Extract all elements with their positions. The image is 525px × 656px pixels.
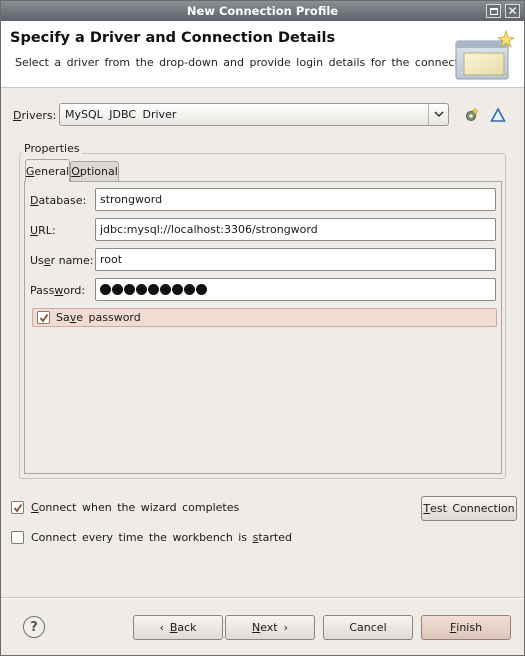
chevron-left-icon: ‹ — [159, 621, 164, 634]
triangle-icon — [490, 107, 506, 122]
password-dot — [124, 284, 135, 295]
help-icon: ? — [30, 619, 38, 635]
maximize-icon — [489, 7, 498, 15]
maximize-button[interactable] — [486, 4, 501, 18]
username-field[interactable]: root — [95, 248, 496, 271]
password-dot — [100, 284, 111, 295]
title-bar[interactable]: New Connection Profile ✕ — [1, 1, 524, 21]
test-connection-button[interactable]: Test Connection — [421, 496, 517, 521]
back-button[interactable]: ‹ Back — [133, 615, 223, 640]
connect-every-start-label: Connect every time the workbench is star… — [31, 531, 292, 544]
password-dot — [112, 284, 123, 295]
cancel-button[interactable]: Cancel — [323, 615, 413, 640]
checkmark-icon — [13, 503, 22, 512]
username-label: User name: — [30, 254, 94, 267]
tab-optional[interactable]: Optional — [70, 161, 119, 181]
connect-on-complete-row[interactable]: Connect when the wizard completes — [11, 501, 239, 514]
close-button[interactable]: ✕ — [505, 4, 520, 18]
password-field[interactable] — [95, 278, 496, 301]
password-dot — [196, 284, 207, 295]
banner-description: Select a driver from the drop-down and p… — [15, 56, 479, 69]
connect-on-complete-checkbox[interactable] — [11, 501, 24, 514]
password-dot — [160, 284, 171, 295]
connect-every-start-checkbox[interactable] — [11, 531, 24, 544]
password-dot — [148, 284, 159, 295]
chevron-down-icon[interactable] — [428, 104, 448, 125]
connect-every-start-row[interactable]: Connect every time the workbench is star… — [11, 531, 292, 544]
checkmark-icon — [39, 313, 48, 322]
password-label: Password: — [30, 284, 86, 297]
password-dot — [172, 284, 183, 295]
url-label: URL: — [30, 224, 56, 237]
database-field[interactable]: strongword — [95, 188, 496, 211]
next-button[interactable]: Next › — [225, 615, 315, 640]
save-password-label: Save password — [56, 311, 141, 324]
edit-driver-button[interactable] — [489, 106, 507, 124]
driver-dropdown[interactable]: MySQL JDBC Driver — [59, 103, 449, 126]
finish-button[interactable]: Finish — [421, 615, 511, 640]
driver-selected-value: MySQL JDBC Driver — [65, 108, 177, 121]
drivers-label: Drivers: — [13, 109, 57, 122]
connect-on-complete-label: Connect when the wizard completes — [31, 501, 240, 514]
dialog-window: New Connection Profile ✕ Specify a Drive… — [0, 0, 525, 656]
save-password-row[interactable]: Save password — [32, 308, 497, 327]
wizard-banner-icon — [455, 29, 516, 80]
save-password-checkbox[interactable] — [37, 311, 50, 324]
password-dot — [184, 284, 195, 295]
help-button[interactable]: ? — [23, 616, 45, 638]
wizard-banner: Specify a Driver and Connection Details … — [1, 21, 524, 88]
username-value: root — [100, 253, 123, 266]
tab-general[interactable]: General — [25, 159, 70, 182]
database-value: strongword — [100, 193, 163, 206]
database-label: Database: — [30, 194, 87, 207]
properties-group-label: Properties — [22, 142, 82, 155]
new-driver-icon — [466, 107, 479, 121]
footer-separator — [1, 597, 524, 599]
close-icon: ✕ — [507, 4, 518, 18]
new-driver-button[interactable] — [462, 106, 480, 124]
url-value: jdbc:mysql://localhost:3306/strongword — [100, 223, 318, 236]
banner-title: Specify a Driver and Connection Details — [10, 30, 336, 46]
password-dot — [136, 284, 147, 295]
chevron-right-icon: › — [283, 621, 289, 634]
window-title: New Connection Profile — [186, 4, 339, 18]
password-mask — [100, 284, 207, 295]
url-field[interactable]: jdbc:mysql://localhost:3306/strongword — [95, 218, 496, 241]
